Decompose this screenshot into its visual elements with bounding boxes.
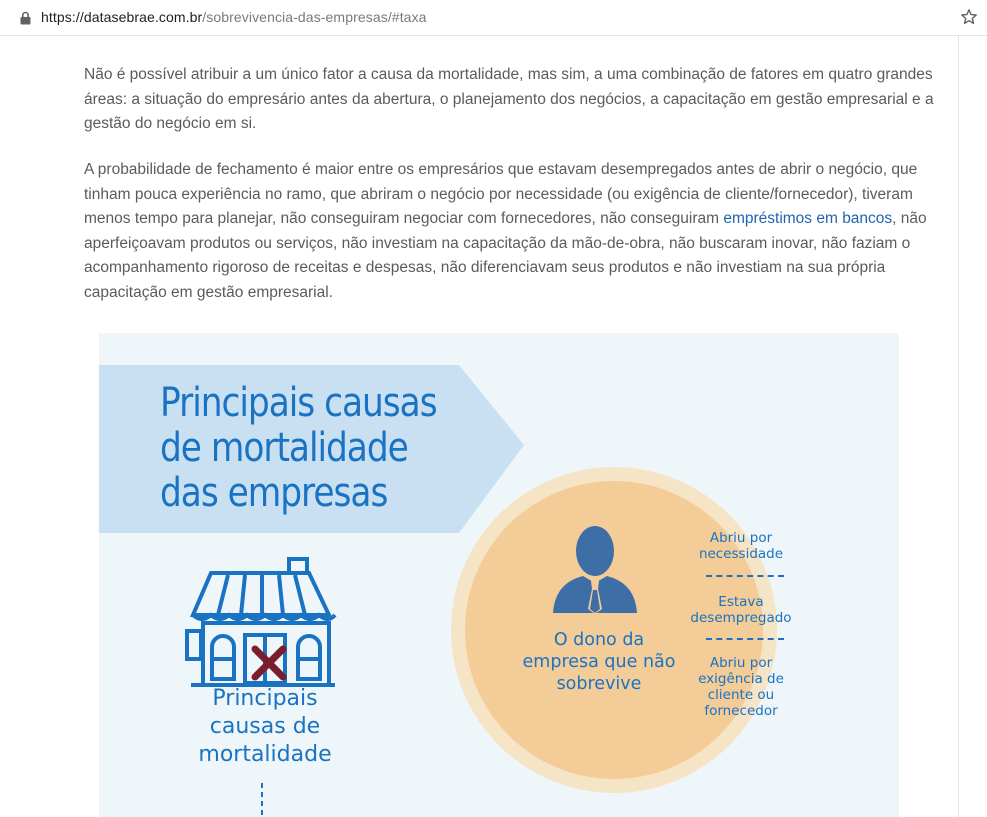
url-host: https://datasebrae.com.br	[41, 9, 203, 25]
cause-3-line-4: fornecedor	[704, 703, 778, 719]
cause-3-line-3: cliente ou	[707, 687, 775, 703]
close-icon	[251, 645, 287, 681]
owner-label-line-3: sobrevive	[556, 674, 642, 694]
infographic-title: Principais causas de mortalidade das emp…	[160, 380, 438, 516]
cause-3-line-2: exigência de	[698, 671, 784, 687]
scrollbar-divider	[958, 36, 959, 817]
cause-item: Abriu por exigência de cliente ou fornec…	[681, 655, 801, 719]
cause-item: Estava desempregado	[681, 594, 801, 626]
cause-divider	[706, 575, 784, 577]
owner-label-line-1: O dono da	[553, 630, 645, 650]
cause-2-line-1: Estava	[718, 594, 764, 610]
article-paragraph-1: Não é possível atribuir a um único fator…	[84, 66, 934, 132]
infographic: Principais causas de mortalidade das emp…	[99, 333, 899, 817]
address-bar[interactable]: https://datasebrae.com.br/sobrevivencia-…	[0, 0, 987, 36]
title-line-2: de mortalidade	[160, 425, 409, 471]
owner-label-line-2: empresa que não	[522, 652, 676, 672]
cause-1-line-1: Abriu por	[709, 530, 773, 546]
star-icon[interactable]	[960, 8, 978, 26]
cause-1-line-2: necessidade	[698, 546, 784, 562]
article-paragraph-2: A probabilidade de fechamento é maior en…	[84, 158, 934, 305]
shop-label-line-1: Principais	[212, 686, 318, 711]
title-line-3: das empresas	[160, 470, 388, 516]
shop-label-line-2: causas de	[209, 714, 321, 739]
url-text[interactable]: https://datasebrae.com.br/sobrevivencia-…	[41, 9, 427, 25]
cause-2-line-2: desempregado	[690, 610, 792, 626]
url-path: /sobrevivencia-das-empresas/#taxa	[202, 9, 427, 25]
owner-label: O dono da empresa que não sobrevive	[511, 629, 687, 695]
cause-divider	[706, 638, 784, 640]
cause-3-line-1: Abriu por	[709, 655, 773, 671]
title-line-1: Principais causas	[160, 380, 438, 426]
shop-label-line-3: mortalidade	[198, 742, 332, 767]
lock-icon	[20, 11, 31, 25]
shop-label: Principais causas de mortalidade	[179, 685, 351, 769]
emprestimos-link[interactable]: empréstimos em bancos	[723, 210, 892, 227]
cause-item: Abriu por necessidade	[681, 530, 801, 562]
